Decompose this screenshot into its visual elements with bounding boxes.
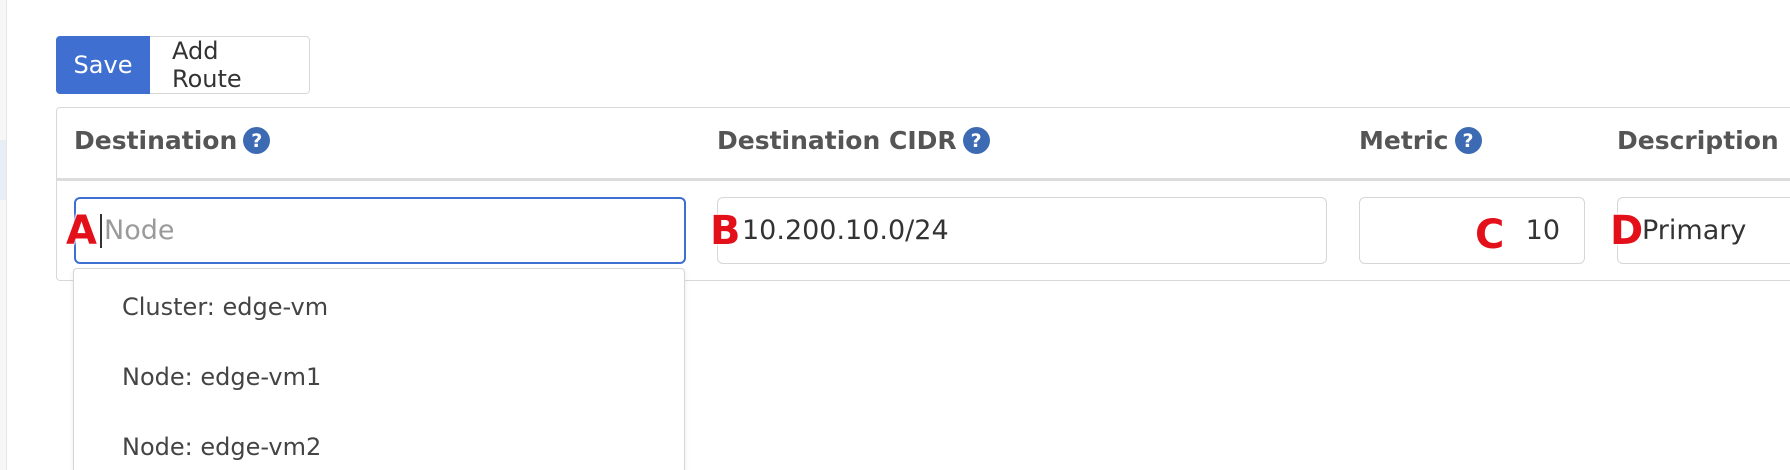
annotation-marker-b: B <box>710 208 741 254</box>
toolbar: Save Add Route <box>56 36 310 94</box>
metric-value: 10 <box>1525 215 1560 246</box>
question-circle-icon[interactable]: ? <box>243 127 271 154</box>
column-header-label: Metric <box>1359 126 1449 155</box>
add-route-button[interactable]: Add Route <box>150 36 310 94</box>
dropdown-option[interactable]: Node: edge-vm1 <box>122 363 321 391</box>
destination-input[interactable]: Node <box>74 197 686 264</box>
text-caret <box>100 213 102 248</box>
annotation-marker-c: C <box>1475 212 1505 258</box>
destination-dropdown-menu: Cluster: edge-vm Node: edge-vm1 Node: ed… <box>73 268 685 470</box>
annotation-marker-d: D <box>1610 208 1644 254</box>
save-button[interactable]: Save <box>56 36 150 94</box>
description-value: Primary <box>1642 215 1747 246</box>
column-header-label: Description <box>1617 126 1779 155</box>
question-circle-icon[interactable]: ? <box>1454 127 1482 154</box>
column-header-label: Destination <box>74 126 238 155</box>
metric-input[interactable]: 10 <box>1359 197 1585 264</box>
table-header-row: Destination ? Destination CIDR ? Metric … <box>57 108 1790 181</box>
column-header-destination: Destination ? <box>74 126 271 155</box>
routes-table: Destination ? Destination CIDR ? Metric … <box>56 107 1790 281</box>
question-circle-icon[interactable]: ? <box>962 127 990 154</box>
column-header-label: Destination CIDR <box>717 126 957 155</box>
sidebar-active-indicator <box>0 140 6 200</box>
destination-cidr-value: 10.200.10.0/24 <box>742 215 949 246</box>
dropdown-option[interactable]: Cluster: edge-vm <box>122 293 328 321</box>
column-header-description: Description <box>1617 126 1779 155</box>
left-sidebar-edge <box>0 0 7 470</box>
column-header-metric: Metric ? <box>1359 126 1482 155</box>
destination-placeholder: Node <box>104 215 175 246</box>
dropdown-option[interactable]: Node: edge-vm2 <box>122 433 321 461</box>
destination-cidr-input[interactable]: 10.200.10.0/24 <box>717 197 1327 264</box>
column-header-destination-cidr: Destination CIDR ? <box>717 126 990 155</box>
annotation-marker-a: A <box>66 208 97 254</box>
